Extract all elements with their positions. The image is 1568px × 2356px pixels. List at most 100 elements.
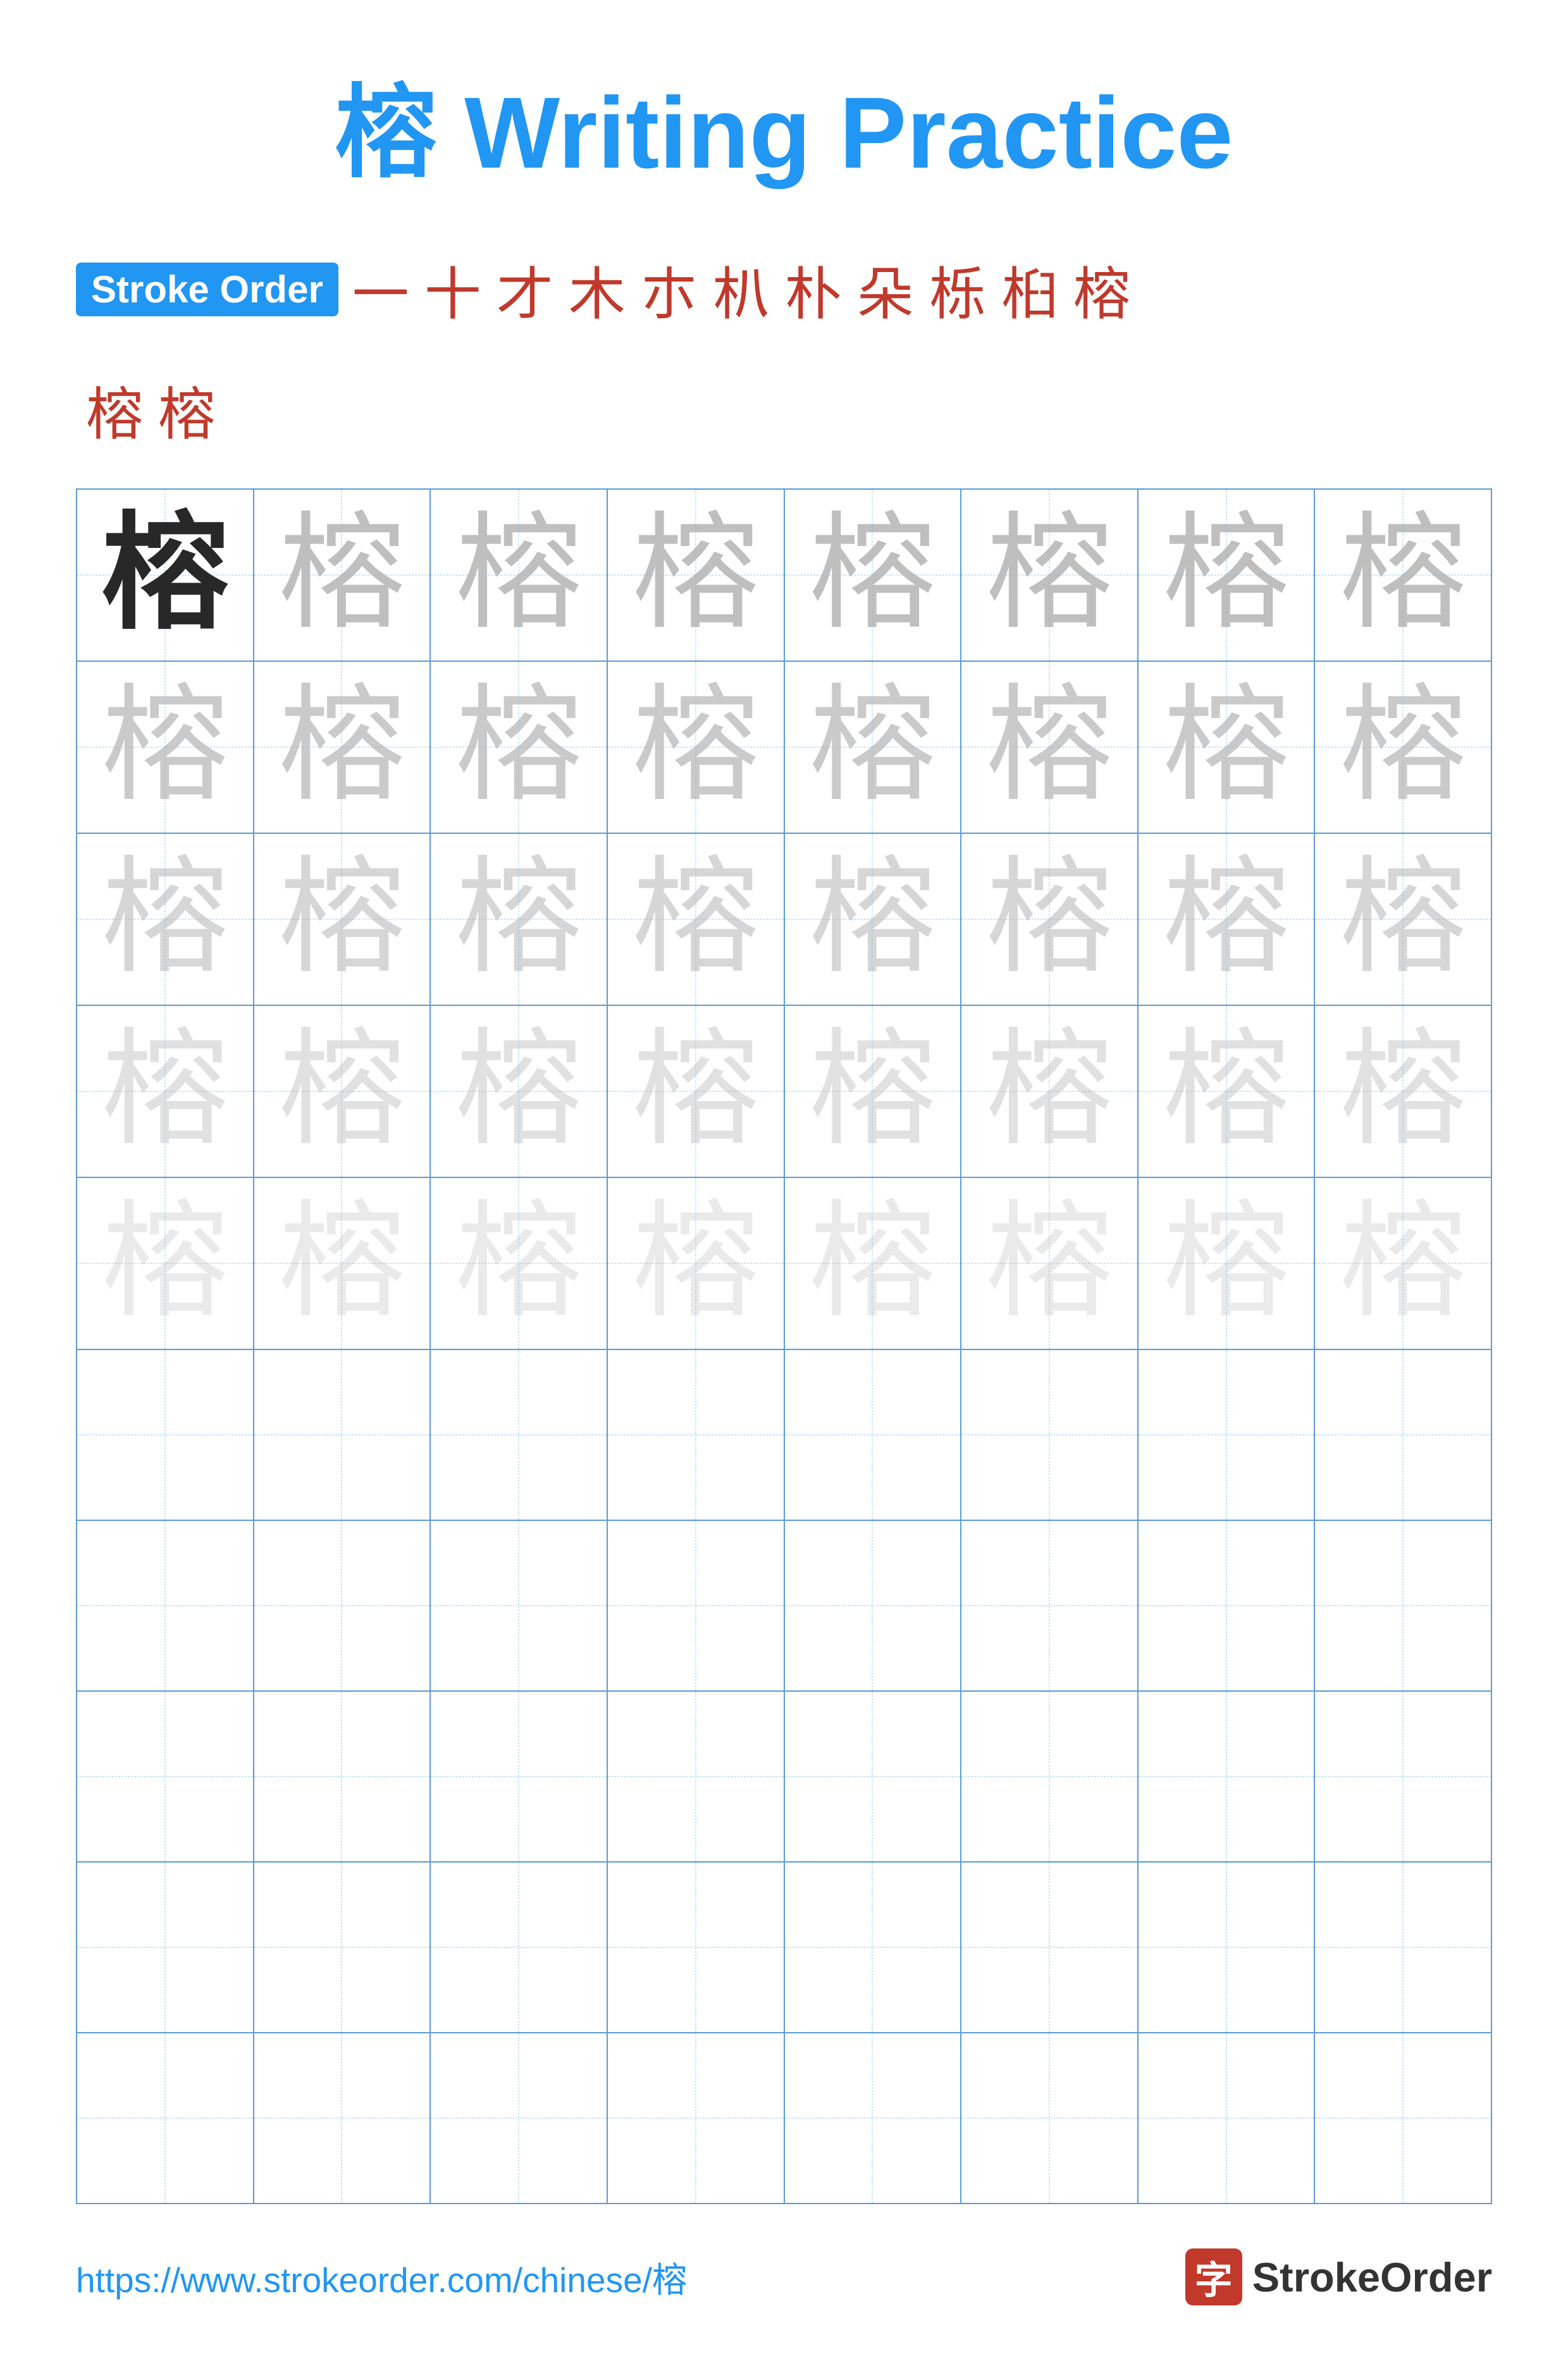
cell-4-3[interactable]: 榕 xyxy=(430,1005,607,1177)
stroke-order-section: Stroke Order 一 十 才 木 朩 朳 朴 朵 栎 桕 榕 xyxy=(76,248,1492,330)
practice-char: 榕 xyxy=(633,677,759,817)
cell-3-8[interactable]: 榕 xyxy=(1314,833,1491,1005)
cell-10-5[interactable] xyxy=(784,2033,961,2204)
cell-10-8[interactable] xyxy=(1314,2033,1491,2204)
cell-8-6[interactable] xyxy=(961,1691,1138,1862)
cell-3-3[interactable]: 榕 xyxy=(430,833,607,1005)
practice-char: 榕 xyxy=(278,505,405,645)
practice-row-5: 榕 榕 榕 榕 榕 榕 榕 榕 xyxy=(77,1177,1491,1349)
cell-1-6[interactable]: 榕 xyxy=(961,489,1138,661)
cell-10-1[interactable] xyxy=(77,2033,254,2204)
cell-8-7[interactable] xyxy=(1138,1691,1315,1862)
cell-1-8[interactable]: 榕 xyxy=(1314,489,1491,661)
cell-4-8[interactable]: 榕 xyxy=(1314,1005,1491,1177)
cell-1-1[interactable]: 榕 xyxy=(77,489,254,661)
cell-10-6[interactable] xyxy=(961,2033,1138,2204)
cell-8-2[interactable] xyxy=(254,1691,431,1862)
cell-9-5[interactable] xyxy=(784,1862,961,2033)
cell-7-4[interactable] xyxy=(607,1520,784,1691)
practice-char: 榕 xyxy=(986,677,1113,817)
cell-6-1[interactable] xyxy=(77,1349,254,1520)
cell-9-4[interactable] xyxy=(607,1862,784,2033)
cell-9-3[interactable] xyxy=(430,1862,607,2033)
cell-8-3[interactable] xyxy=(430,1691,607,1862)
cell-1-7[interactable]: 榕 xyxy=(1138,489,1315,661)
cell-5-4[interactable]: 榕 xyxy=(607,1177,784,1349)
cell-3-1[interactable]: 榕 xyxy=(77,833,254,1005)
stroke-7: 朴 xyxy=(777,248,849,330)
cell-2-1[interactable]: 榕 xyxy=(77,661,254,833)
cell-6-8[interactable] xyxy=(1314,1349,1491,1520)
cell-3-4[interactable]: 榕 xyxy=(607,833,784,1005)
cell-3-6[interactable]: 榕 xyxy=(961,833,1138,1005)
cell-2-5[interactable]: 榕 xyxy=(784,661,961,833)
practice-char: 榕 xyxy=(1340,677,1466,817)
stroke-12: 榕 xyxy=(78,368,151,450)
cell-6-7[interactable] xyxy=(1138,1349,1315,1520)
cell-6-4[interactable] xyxy=(607,1349,784,1520)
stroke-order-badge: Stroke Order xyxy=(76,263,338,316)
cell-9-7[interactable] xyxy=(1138,1862,1315,2033)
cell-2-8[interactable]: 榕 xyxy=(1314,661,1491,833)
cell-9-6[interactable] xyxy=(961,1862,1138,2033)
cell-6-5[interactable] xyxy=(784,1349,961,1520)
stroke-5: 朩 xyxy=(633,248,705,330)
cell-10-3[interactable] xyxy=(430,2033,607,2204)
cell-1-4[interactable]: 榕 xyxy=(607,489,784,661)
cell-7-3[interactable] xyxy=(430,1520,607,1691)
cell-1-3[interactable]: 榕 xyxy=(430,489,607,661)
cell-4-2[interactable]: 榕 xyxy=(254,1005,431,1177)
cell-1-5[interactable]: 榕 xyxy=(784,489,961,661)
footer-brand: 字 StrokeOrder xyxy=(1185,2248,1492,2305)
cell-6-6[interactable] xyxy=(961,1349,1138,1520)
cell-5-3[interactable]: 榕 xyxy=(430,1177,607,1349)
footer-url[interactable]: https://www.strokeorder.com/chinese/榕 xyxy=(76,2252,687,2302)
stroke-10: 桕 xyxy=(994,248,1066,330)
cell-5-2[interactable]: 榕 xyxy=(254,1177,431,1349)
cell-10-7[interactable] xyxy=(1138,2033,1315,2204)
cell-4-7[interactable]: 榕 xyxy=(1138,1005,1315,1177)
cell-2-7[interactable]: 榕 xyxy=(1138,661,1315,833)
cell-2-2[interactable]: 榕 xyxy=(254,661,431,833)
cell-5-7[interactable]: 榕 xyxy=(1138,1177,1315,1349)
cell-2-4[interactable]: 榕 xyxy=(607,661,784,833)
cell-9-1[interactable] xyxy=(77,1862,254,2033)
cell-10-4[interactable] xyxy=(607,2033,784,2204)
cell-9-2[interactable] xyxy=(254,1862,431,2033)
cell-7-6[interactable] xyxy=(961,1520,1138,1691)
practice-char: 榕 xyxy=(455,677,582,817)
cell-2-6[interactable]: 榕 xyxy=(961,661,1138,833)
practice-char: 榕 xyxy=(278,677,405,817)
cell-5-8[interactable]: 榕 xyxy=(1314,1177,1491,1349)
cell-8-5[interactable] xyxy=(784,1691,961,1862)
cell-8-4[interactable] xyxy=(607,1691,784,1862)
cell-6-3[interactable] xyxy=(430,1349,607,1520)
practice-char: 榕 xyxy=(102,849,228,989)
cell-7-5[interactable] xyxy=(784,1520,961,1691)
cell-4-4[interactable]: 榕 xyxy=(607,1005,784,1177)
cell-4-5[interactable]: 榕 xyxy=(784,1005,961,1177)
cell-1-2[interactable]: 榕 xyxy=(254,489,431,661)
cell-10-2[interactable] xyxy=(254,2033,431,2204)
cell-5-6[interactable]: 榕 xyxy=(961,1177,1138,1349)
cell-8-1[interactable] xyxy=(77,1691,254,1862)
cell-7-1[interactable] xyxy=(77,1520,254,1691)
cell-5-1[interactable]: 榕 xyxy=(77,1177,254,1349)
cell-9-8[interactable] xyxy=(1314,1862,1491,2033)
cell-6-2[interactable] xyxy=(254,1349,431,1520)
stroke-2: 十 xyxy=(417,248,489,330)
cell-5-5[interactable]: 榕 xyxy=(784,1177,961,1349)
practice-char: 榕 xyxy=(455,849,582,989)
practice-char: 榕 xyxy=(809,505,935,645)
cell-7-7[interactable] xyxy=(1138,1520,1315,1691)
cell-4-1[interactable]: 榕 xyxy=(77,1005,254,1177)
cell-3-7[interactable]: 榕 xyxy=(1138,833,1315,1005)
cell-3-2[interactable]: 榕 xyxy=(254,833,431,1005)
cell-7-2[interactable] xyxy=(254,1520,431,1691)
cell-4-6[interactable]: 榕 xyxy=(961,1005,1138,1177)
cell-8-8[interactable] xyxy=(1314,1691,1491,1862)
cell-2-3[interactable]: 榕 xyxy=(430,661,607,833)
cell-7-8[interactable] xyxy=(1314,1520,1491,1691)
practice-char: 榕 xyxy=(102,505,228,645)
cell-3-5[interactable]: 榕 xyxy=(784,833,961,1005)
